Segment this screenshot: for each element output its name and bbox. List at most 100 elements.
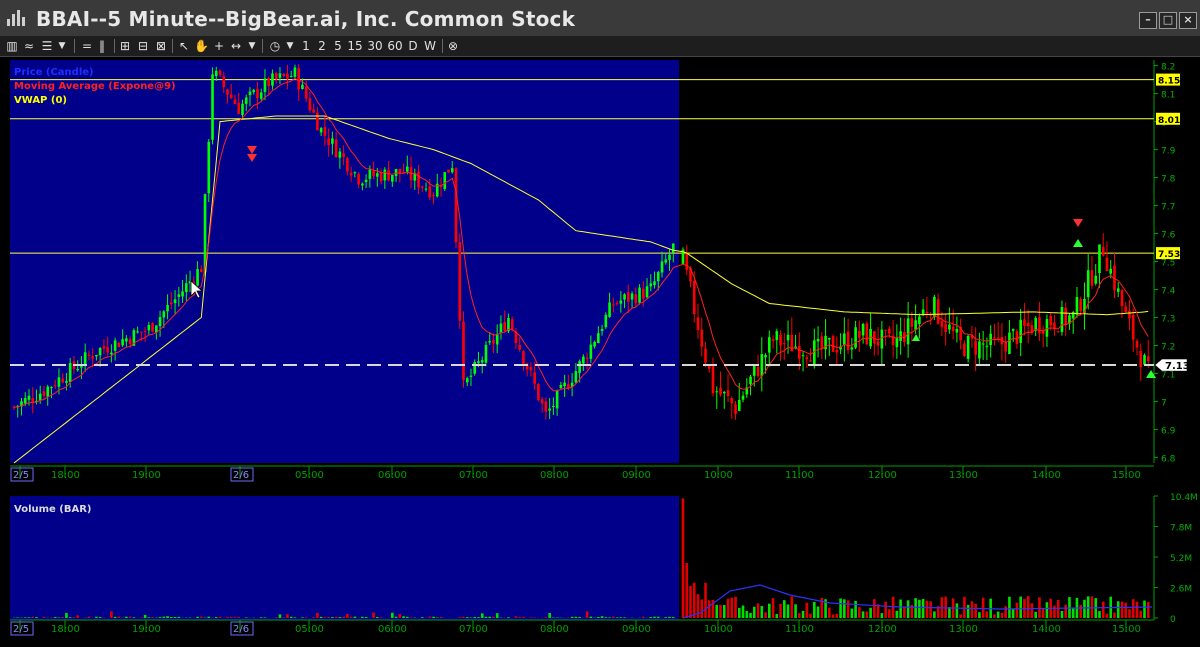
dropdown-icon[interactable]: ▼ (56, 38, 68, 54)
candle-body (114, 340, 117, 350)
candle-body (727, 390, 730, 396)
close-button[interactable]: × (1179, 12, 1197, 29)
candle-body (700, 330, 703, 347)
candle-body (764, 355, 767, 357)
time-tick-label: 06:00 (378, 470, 407, 481)
candle-body (24, 398, 27, 403)
volume-bar (395, 617, 398, 618)
interval-d[interactable]: D (406, 38, 420, 54)
volume-bar (672, 617, 675, 618)
volume-bar (700, 599, 703, 618)
candle-body (974, 341, 977, 355)
indicator-icon[interactable]: ≈ (22, 38, 36, 54)
interval-60[interactable]: 60 (386, 38, 404, 54)
premarket-background (10, 60, 679, 463)
candle-body (200, 269, 203, 272)
candle-body (601, 329, 604, 331)
price-volume-chart[interactable]: 8.28.187.97.87.77.67.57.47.37.27.176.96.… (0, 57, 1200, 643)
volume-bar (473, 617, 476, 618)
candle-body (738, 400, 741, 411)
candle-body (873, 331, 876, 343)
toolbar-separator (172, 39, 173, 53)
candle-body (634, 294, 637, 303)
candle-body (234, 99, 237, 104)
price-tick-label: 7.4 (1161, 286, 1176, 296)
volume-bar (1083, 600, 1086, 618)
candle-body (391, 175, 394, 181)
maximize-button[interactable]: □ (1159, 12, 1177, 29)
candle-body (563, 383, 566, 386)
volume-bar (16, 617, 19, 618)
volume-bar (597, 617, 600, 618)
interval-5[interactable]: 5 (332, 38, 344, 54)
volume-bar (866, 611, 869, 618)
candle-body (948, 325, 951, 330)
time-tick-label: 12:00 (868, 470, 897, 481)
pointer-icon[interactable]: ↖ (178, 38, 190, 54)
interval-1[interactable]: 1 (300, 38, 312, 54)
time-tick-label: 14:00 (1032, 624, 1061, 635)
legend-vwap: VWAP (0) (14, 95, 67, 106)
volume-bar (620, 617, 623, 618)
crosshair-icon[interactable]: + (212, 38, 226, 54)
equals-icon[interactable]: = (80, 38, 94, 54)
volume-bar (1102, 602, 1105, 618)
volume-bar (1008, 597, 1011, 618)
volume-bar (365, 617, 368, 618)
minimize-button[interactable]: – (1139, 12, 1157, 29)
volume-bar (997, 612, 1000, 618)
horizontal-line-icon[interactable]: ↔ (228, 38, 244, 54)
volume-bar (623, 617, 626, 618)
parallel-icon[interactable]: ‖ (96, 38, 108, 54)
volume-bar (734, 597, 737, 618)
clock-icon[interactable]: ◷ (268, 38, 282, 54)
volume-bar (95, 617, 98, 618)
volume-bar (959, 614, 962, 618)
candle-body (432, 195, 435, 196)
candle-body (1109, 269, 1112, 274)
session-background (679, 60, 1154, 463)
close-chart-icon[interactable]: ⊗ (446, 38, 460, 54)
candle-body (545, 401, 548, 411)
volume-bar (685, 563, 688, 618)
dropdown-icon[interactable]: ▼ (284, 38, 296, 54)
candle-body (46, 387, 49, 397)
volume-bar (354, 617, 357, 618)
candle-body (593, 342, 596, 347)
volume-bar (1038, 597, 1041, 618)
candle-body (335, 139, 338, 157)
volume-bar (888, 609, 891, 618)
dropdown-icon[interactable]: ▼ (246, 38, 258, 54)
candle-body (324, 127, 327, 136)
zoom-in-icon[interactable]: ⊞ (118, 38, 132, 54)
candle-body (956, 329, 959, 333)
interval-2[interactable]: 2 (316, 38, 328, 54)
volume-bar (69, 617, 72, 618)
candle-body (406, 167, 409, 172)
interval-w[interactable]: W (422, 38, 438, 54)
volume-bar (1132, 599, 1135, 618)
interval-30[interactable]: 30 (366, 38, 384, 54)
volume-bar (708, 600, 711, 618)
volume-tick-label: 7.8M (1170, 524, 1192, 534)
time-tick-label: 19:00 (132, 470, 161, 481)
list-icon[interactable]: ☰ (40, 38, 54, 54)
candle-body (312, 109, 315, 112)
zoom-fit-icon[interactable]: ⊠ (154, 38, 168, 54)
candle-body (556, 391, 559, 409)
candle-body (790, 335, 793, 352)
zoom-out-icon[interactable]: ⊟ (136, 38, 150, 54)
interval-15[interactable]: 15 (346, 38, 364, 54)
bar-chart-icon[interactable]: ▥ (6, 38, 18, 54)
volume-bar (1143, 601, 1146, 618)
hand-icon[interactable]: ✋ (194, 38, 208, 54)
candle-body (384, 170, 387, 181)
candle-body (350, 173, 353, 176)
volume-bar (76, 615, 79, 618)
volume-bar (54, 617, 57, 618)
candle-body (443, 172, 446, 189)
volume-bar (148, 617, 151, 618)
candle-body (166, 305, 169, 311)
candle-body (320, 128, 323, 132)
candle-body (578, 361, 581, 373)
